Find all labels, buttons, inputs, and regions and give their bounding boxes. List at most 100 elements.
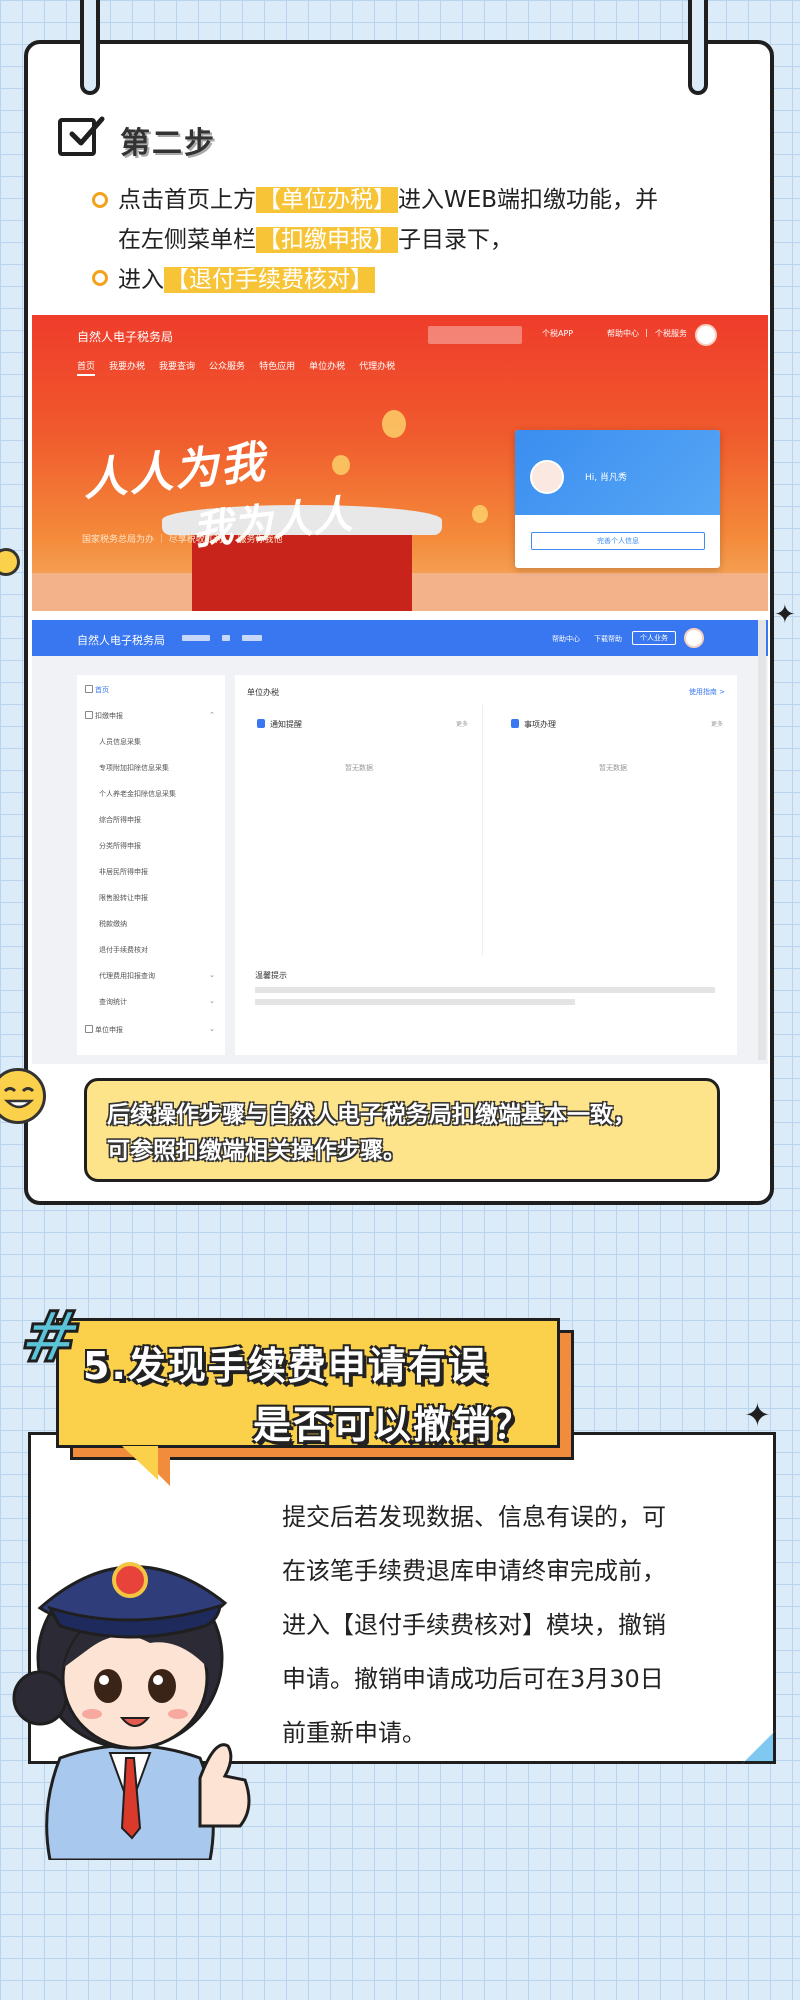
admin-screenshot: 自然人电子税务局 帮助中心 下载帮助 个人业务 首页 扣缴申报 ⌃ 人员信息采集… xyxy=(32,620,768,1064)
home-icon xyxy=(85,685,93,693)
sidebar-item[interactable]: 首页 xyxy=(95,685,109,695)
tips-text-placeholder xyxy=(255,999,575,1005)
lantern-decor xyxy=(472,505,488,523)
bullet-icon xyxy=(92,270,108,286)
highlight-text: 【退付手续费核对】 xyxy=(164,267,375,293)
notice-box: 后续操作步骤与自然人电子税务局扣缴端基本一致， 可参照扣缴端相关操作步骤。 xyxy=(84,1078,720,1182)
avatar[interactable] xyxy=(695,324,717,346)
section-title: 5.发现手续费申请有误 xyxy=(83,1344,488,1388)
placeholder xyxy=(222,635,230,641)
tax-officer-illustration xyxy=(12,1562,251,1860)
text: 在左侧菜单栏 xyxy=(118,227,256,253)
binder-ring-left xyxy=(80,0,100,95)
guide-link[interactable]: 使用指南 > xyxy=(689,687,725,697)
notice-panel: 通知提醒 更多 暂无数据 xyxy=(235,705,483,955)
sidebar-subitem[interactable]: 分类所得申报 xyxy=(99,841,141,851)
sidebar-subitem[interactable]: 限售股转让申报 xyxy=(99,893,148,903)
portal-nav: 首页 我要办税 我要查询 公众服务 特色应用 单位办税 代理办税 xyxy=(77,359,395,376)
nav-item[interactable]: 首页 xyxy=(77,359,96,376)
personal-business-button[interactable]: 个人业务 xyxy=(632,631,676,645)
sidebar-subitem[interactable]: 税款缴纳 xyxy=(99,919,127,929)
top-link[interactable]: 帮助中心 xyxy=(607,328,639,339)
bullet-icon xyxy=(92,192,108,208)
nav-item[interactable]: 单位办税 xyxy=(309,359,345,376)
file-icon xyxy=(85,1025,93,1033)
motto: 国家税务总局为办 ｜ 尽享税收红利 ｜ 服务你我他 xyxy=(82,535,283,545)
sidebar-item[interactable]: 单位申报 xyxy=(95,1025,123,1035)
nav-item[interactable]: 我要查询 xyxy=(159,359,195,376)
step-line-3: 进入【退付手续费核对】 xyxy=(118,262,375,298)
chevron-down-icon[interactable]: ⌄ xyxy=(209,1025,215,1033)
top-link[interactable]: 下载帮助 xyxy=(594,634,622,644)
sidebar-subitem[interactable]: 退付手续费核对 xyxy=(99,945,148,955)
notice-line: 可参照扣缴端相关操作步骤。 xyxy=(107,1138,406,1164)
smiley-icon xyxy=(0,1068,46,1124)
file-icon xyxy=(85,711,93,719)
chevron-down-icon[interactable]: ⌄ xyxy=(209,997,215,1005)
highlight-text: 【扣缴申报】 xyxy=(256,227,398,253)
lantern-decor xyxy=(382,410,406,438)
check-icon xyxy=(58,116,105,156)
more-link[interactable]: 更多 xyxy=(711,719,723,728)
avatar[interactable] xyxy=(684,628,704,648)
panel-title: 事项办理 xyxy=(524,720,556,729)
text: 点击首页上方 xyxy=(118,187,256,213)
panel-title: 通知提醒 xyxy=(270,720,302,729)
sidebar-subitem[interactable]: 查询统计 xyxy=(99,997,127,1007)
tips-title: 温馨提示 xyxy=(255,971,287,980)
portal-screenshot: 自然人电子税务局 个税APP 帮助中心 | 个税服务 首页 我要办税 我要查询 … xyxy=(32,315,768,611)
text: 进入WEB端扣缴功能，并 xyxy=(398,187,659,213)
bubble-tail xyxy=(122,1446,158,1480)
sidebar-item[interactable]: 扣缴申报 xyxy=(95,711,123,721)
binder-ring-right xyxy=(688,0,708,95)
sparkle-icon: ✦ xyxy=(744,1396,771,1434)
answer-line: 申请。撤销申请成功后可在3月30日 xyxy=(282,1665,664,1693)
nav-item[interactable]: 代理办税 xyxy=(359,359,395,376)
admin-brand: 自然人电子税务局 xyxy=(77,634,165,647)
tips-text-placeholder xyxy=(255,987,715,993)
search-input[interactable] xyxy=(428,326,522,344)
sidebar-subitem[interactable]: 代理费用扣报查询 xyxy=(99,971,155,981)
answer-line: 前重新申请。 xyxy=(282,1719,426,1747)
bell-icon xyxy=(257,719,265,728)
top-link[interactable]: 个税APP xyxy=(542,328,573,339)
avatar xyxy=(530,460,564,494)
sidebar-subitem[interactable]: 人员信息采集 xyxy=(99,737,141,747)
profile-button[interactable]: 完善个人信息 xyxy=(531,532,705,550)
chevron-down-icon[interactable]: ⌄ xyxy=(209,971,215,979)
empty-text: 暂无数据 xyxy=(345,764,373,772)
text: 子目录下， xyxy=(398,227,513,253)
portal-brand: 自然人电子税务局 xyxy=(77,330,174,344)
main-title: 单位办税 xyxy=(247,688,279,697)
top-link[interactable]: 个税服务 xyxy=(655,328,687,339)
placeholder xyxy=(242,635,262,641)
nav-item[interactable]: 公众服务 xyxy=(209,359,245,376)
answer-text: 提交后若发现数据、信息有误的，可 在该笔手续费退库申请终审完成前， 进入【退付手… xyxy=(282,1490,750,1760)
main-panel: 单位办税 使用指南 > 通知提醒 更多 暂无数据 事项办理 更多 暂无数据 温馨… xyxy=(235,675,737,1055)
nav-item[interactable]: 特色应用 xyxy=(259,359,295,376)
sidebar-subitem[interactable]: 综合所得申报 xyxy=(99,815,141,825)
sparkle-icon: ✦ xyxy=(774,600,796,630)
scrollbar[interactable] xyxy=(758,620,766,1060)
empty-text: 暂无数据 xyxy=(599,764,627,772)
chevron-up-icon[interactable]: ⌃ xyxy=(209,711,215,719)
sidebar-subitem[interactable]: 专项附加扣除信息采集 xyxy=(99,763,169,773)
nav-item[interactable]: 我要办税 xyxy=(109,359,145,376)
sidebar: 首页 扣缴申报 ⌃ 人员信息采集 专项附加扣除信息采集 个人养老金扣除信息采集 … xyxy=(77,675,225,1055)
section-title-box: 5.发现手续费申请有误 是否可以撤销？ xyxy=(56,1318,560,1448)
answer-line: 进入【退付手续费核对】模块，撤销 xyxy=(282,1611,666,1639)
step-line-1: 点击首页上方【单位办税】进入WEB端扣缴功能，并 xyxy=(118,182,658,218)
lantern-decor xyxy=(332,455,350,475)
section-title: 是否可以撤销？ xyxy=(252,1403,533,1447)
briefcase-icon xyxy=(511,719,519,728)
top-link[interactable]: 帮助中心 xyxy=(552,634,580,644)
top-link: | xyxy=(645,328,648,337)
more-link[interactable]: 更多 xyxy=(456,719,468,728)
sidebar-subitem[interactable]: 个人养老金扣除信息采集 xyxy=(99,789,176,799)
text: 进入 xyxy=(118,267,164,293)
notice-line: 后续操作步骤与自然人电子税务局扣缴端基本一致， xyxy=(107,1102,636,1128)
step-line-2: 在左侧菜单栏【扣缴申报】子目录下， xyxy=(118,222,513,258)
sidebar-subitem[interactable]: 非居民所得申报 xyxy=(99,867,148,877)
placeholder xyxy=(182,635,210,641)
highlight-text: 【单位办税】 xyxy=(256,187,398,213)
